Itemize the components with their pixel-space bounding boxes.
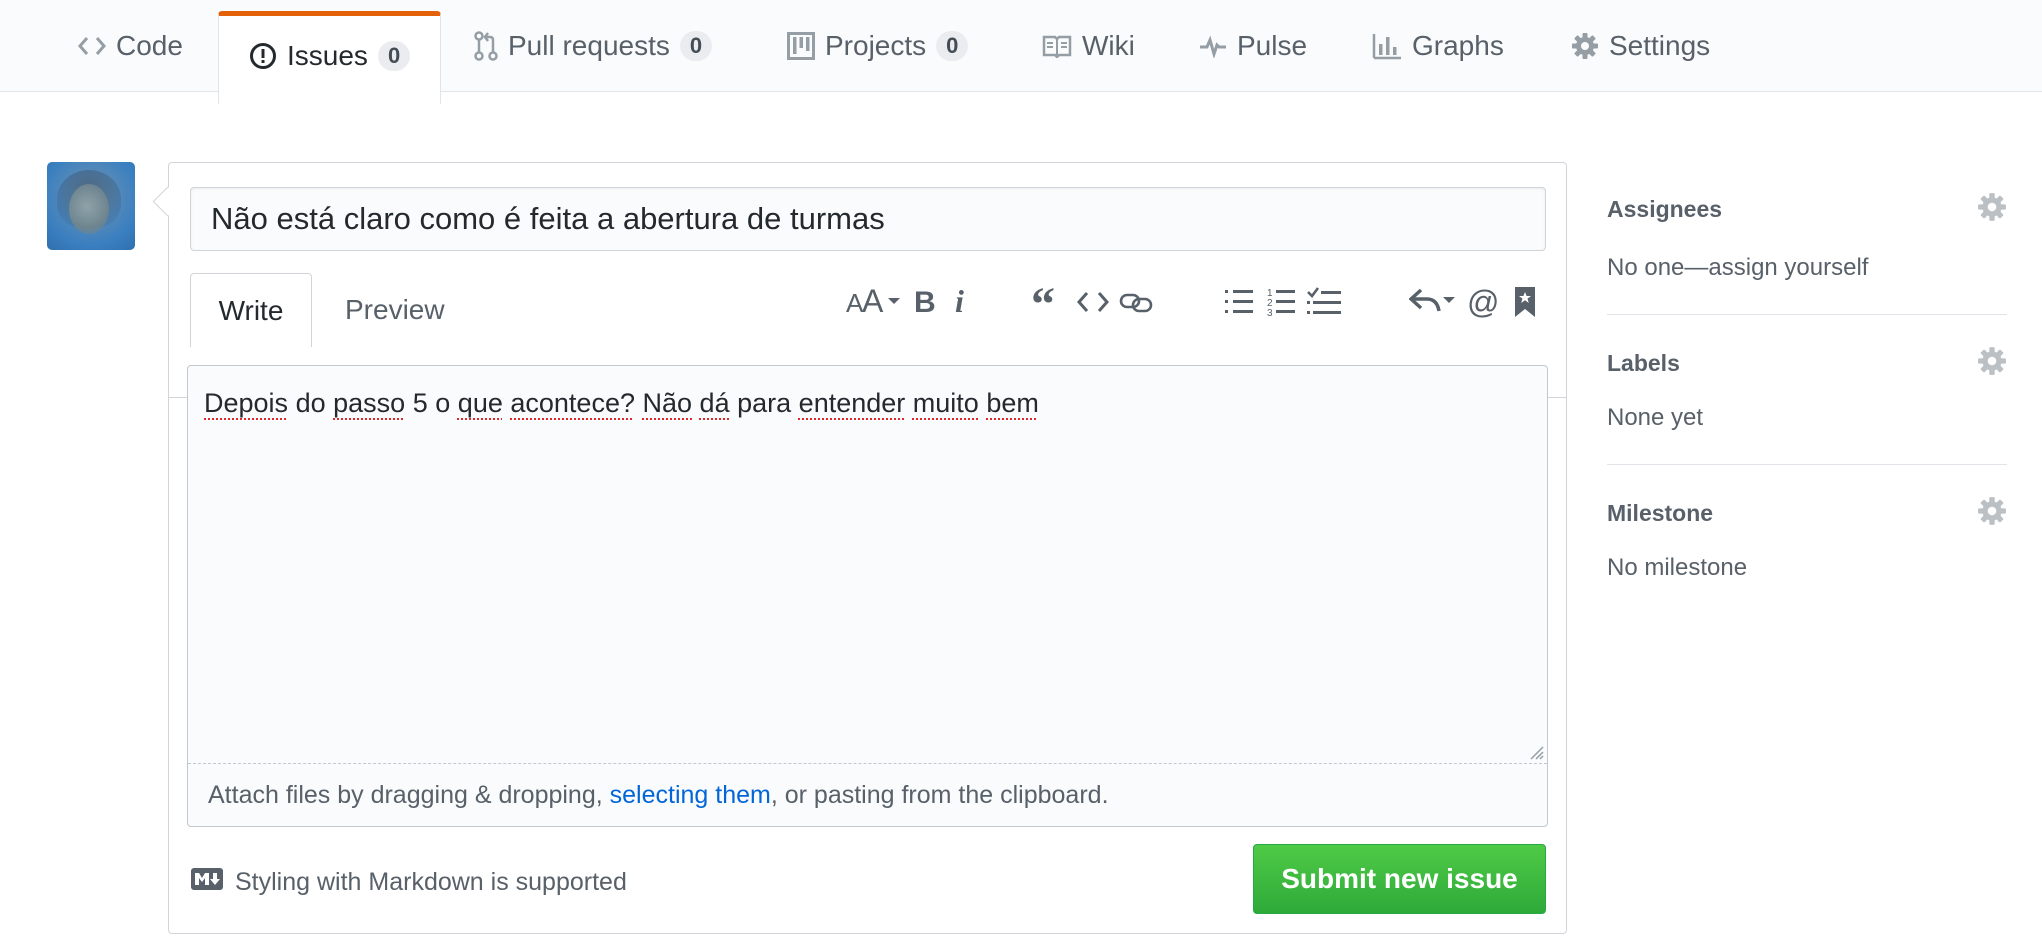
- pulse-icon: [1199, 34, 1227, 58]
- svg-text:@: @: [1467, 285, 1499, 319]
- markdown-note[interactable]: Styling with Markdown is supported: [191, 865, 627, 899]
- bookmark-icon[interactable]: [1513, 281, 1537, 323]
- tab-label: Pull requests: [508, 30, 670, 61]
- bold-icon[interactable]: B: [913, 281, 937, 323]
- tab-label: Wiki: [1082, 30, 1135, 61]
- select-files-link[interactable]: selecting them: [610, 781, 771, 810]
- project-icon: [787, 32, 815, 60]
- milestone-heading: Milestone: [1607, 500, 1714, 526]
- submit-new-issue-button[interactable]: Submit new issue: [1253, 844, 1546, 914]
- ordered-list-icon[interactable]: 123: [1267, 281, 1295, 323]
- issue-opened-icon: [249, 42, 277, 70]
- assignees-heading: Assignees: [1607, 196, 1723, 222]
- quote-icon[interactable]: “: [1031, 281, 1063, 323]
- issue-body-editor: Depois do passo 5 o que acontece? Não dá…: [187, 365, 1548, 827]
- assignees-value[interactable]: No one—assign yourself: [1607, 254, 1868, 282]
- body-word: passo: [333, 388, 406, 418]
- body-word: do: [295, 388, 326, 418]
- book-icon: [1042, 34, 1072, 58]
- body-word: que: [457, 388, 503, 418]
- git-pull-request-icon: [474, 31, 498, 61]
- body-word: 5: [412, 388, 428, 418]
- tab-settings[interactable]: Settings: [1571, 0, 1710, 92]
- mention-icon[interactable]: @: [1467, 281, 1501, 323]
- text-size-icon[interactable]: AA: [846, 281, 902, 323]
- body-word: o: [435, 388, 451, 418]
- markdown-icon: [191, 867, 235, 897]
- milestone-value: No milestone: [1607, 554, 1748, 581]
- tab-wiki[interactable]: Wiki: [1042, 0, 1135, 92]
- markdown-note-text: Styling with Markdown is supported: [235, 867, 627, 896]
- body-word: Não: [642, 388, 693, 418]
- gear-icon[interactable]: [1977, 346, 2007, 381]
- repo-nav: Code Issues 0 Pull requests 0 Projects 0…: [0, 0, 2042, 104]
- issue-title-input[interactable]: [190, 187, 1546, 251]
- gear-icon: [1571, 32, 1599, 60]
- attach-text-after: , or pasting from the clipboard.: [770, 781, 1109, 809]
- issue-body-textarea[interactable]: Depois do passo 5 o que acontece? Não dá…: [188, 366, 1547, 762]
- attach-text: Attach files by dragging & dropping,: [208, 781, 610, 809]
- labels-heading: Labels: [1607, 350, 1680, 376]
- svg-text:B: B: [914, 286, 936, 319]
- svg-text:3: 3: [1267, 308, 1273, 317]
- tab-pulse[interactable]: Pulse: [1199, 0, 1307, 92]
- tab-issues[interactable]: Issues 0: [218, 11, 442, 104]
- tab-label: Settings: [1609, 30, 1711, 61]
- gear-icon[interactable]: [1977, 496, 2007, 531]
- body-word: muito: [912, 388, 979, 418]
- tab-label: Issues: [287, 40, 368, 71]
- pull-requests-counter: 0: [679, 31, 713, 61]
- tab-projects[interactable]: Projects 0: [787, 0, 969, 92]
- unordered-list-icon[interactable]: [1225, 281, 1253, 323]
- code-icon[interactable]: [1077, 281, 1109, 323]
- code-icon: [78, 35, 106, 57]
- tab-preview[interactable]: Preview: [345, 273, 445, 347]
- new-issue-form: Write Preview AA B i “ 123 @ Depois: [168, 162, 1567, 934]
- tab-label: Pulse: [1237, 30, 1308, 61]
- avatar[interactable]: [47, 162, 135, 250]
- gear-icon[interactable]: [1977, 192, 2007, 227]
- labels-value: None yet: [1607, 404, 1704, 431]
- svg-text:i: i: [955, 284, 964, 319]
- tab-label: Projects: [825, 30, 927, 61]
- italic-icon[interactable]: i: [953, 281, 973, 323]
- tab-graphs[interactable]: Graphs: [1372, 0, 1504, 92]
- body-word: acontece?: [510, 388, 635, 418]
- body-word: bem: [986, 388, 1039, 418]
- body-word: para: [737, 388, 792, 418]
- tab-label: Code: [116, 30, 183, 61]
- tab-write[interactable]: Write: [190, 273, 312, 347]
- body-word: entender: [798, 388, 906, 418]
- attach-files-zone[interactable]: Attach files by dragging & dropping, sel…: [188, 763, 1547, 827]
- link-icon[interactable]: [1119, 281, 1153, 323]
- tab-pull-requests[interactable]: Pull requests 0: [474, 0, 713, 92]
- svg-text:A: A: [862, 284, 884, 319]
- svg-text:“: “: [1031, 284, 1055, 320]
- reply-icon[interactable]: [1409, 281, 1457, 323]
- task-list-icon[interactable]: [1307, 281, 1341, 323]
- tab-code[interactable]: Code: [78, 0, 183, 92]
- tab-write-label: Write: [218, 294, 284, 326]
- tab-label: Graphs: [1412, 30, 1504, 61]
- tab-preview-label: Preview: [345, 294, 445, 325]
- body-word: Depois: [204, 388, 289, 418]
- body-word: dá: [699, 388, 730, 418]
- projects-counter: 0: [936, 31, 969, 61]
- resize-handle-icon[interactable]: [1528, 744, 1544, 760]
- issues-counter: 0: [377, 41, 411, 71]
- graph-icon: [1372, 32, 1402, 60]
